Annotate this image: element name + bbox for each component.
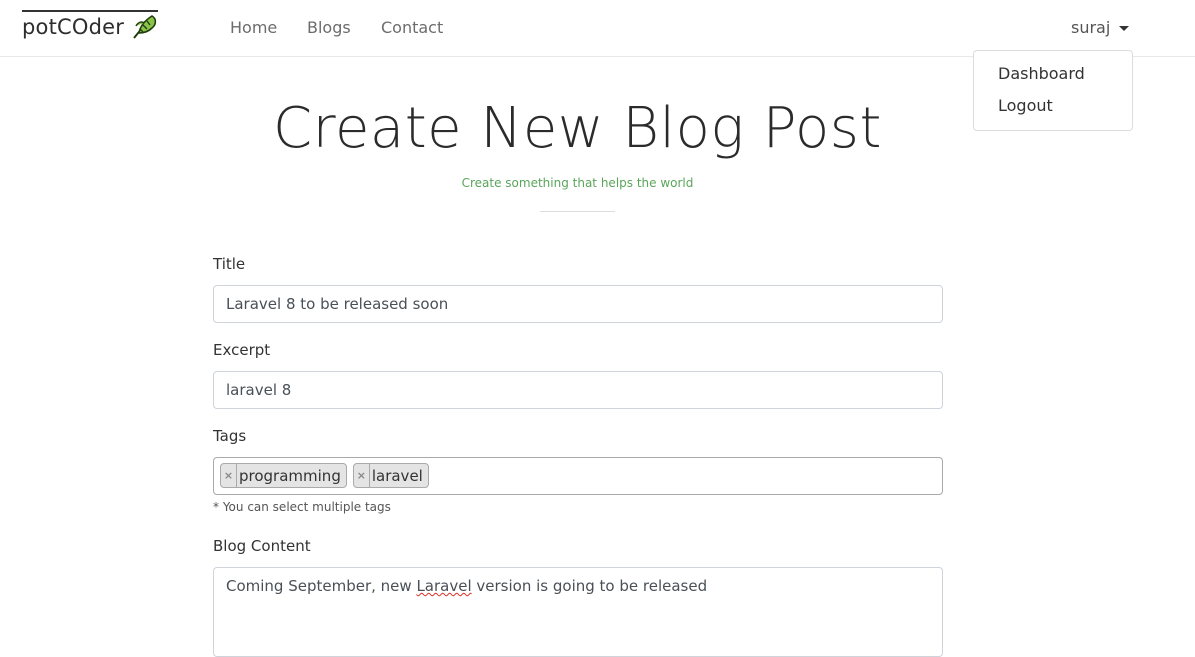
remove-tag-icon[interactable]: × — [221, 464, 237, 487]
excerpt-input[interactable]: laravel 8 — [213, 371, 943, 409]
remove-tag-icon[interactable]: × — [354, 464, 370, 487]
content-textarea[interactable]: Coming September, new Laravel version is… — [213, 567, 943, 657]
tags-label: Tags — [213, 427, 247, 445]
dropdown-item-dashboard[interactable]: Dashboard — [974, 61, 1132, 93]
tags-select[interactable]: × programming × laravel — [213, 457, 943, 495]
page-title: Create New Blog Post — [273, 96, 882, 161]
nav-contact[interactable]: Contact — [381, 18, 443, 37]
content-label: Blog Content — [213, 537, 311, 555]
tags-help-text: * You can select multiple tags — [213, 500, 391, 514]
brand-name: potCOder — [22, 15, 125, 39]
misspelled-word: Laravel — [416, 577, 472, 595]
content-text-rest: version is going to be released — [471, 577, 708, 595]
tag-chip: × laravel — [352, 463, 429, 488]
tag-label: laravel — [371, 466, 423, 485]
leaf-icon — [133, 15, 157, 39]
caret-down-icon — [1119, 25, 1130, 31]
excerpt-label: Excerpt — [213, 341, 271, 359]
user-name: suraj — [1071, 18, 1111, 37]
brand-logo[interactable]: potCOder — [22, 10, 159, 41]
divider — [540, 211, 615, 212]
page-subtitle: Create something that helps the world — [461, 176, 694, 190]
navbar: potCOder Home Blogs Contact suraj — [0, 0, 1195, 57]
content-text: Coming September, new — [226, 577, 417, 595]
tag-chip: × programming — [220, 463, 347, 488]
title-input[interactable]: Laravel 8 to be released soon — [213, 285, 943, 323]
title-label: Title — [213, 255, 246, 273]
nav-blogs[interactable]: Blogs — [307, 18, 351, 37]
nav-home[interactable]: Home — [230, 18, 277, 37]
tag-label: programming — [239, 466, 341, 485]
user-menu-toggle[interactable]: suraj — [1071, 18, 1130, 37]
